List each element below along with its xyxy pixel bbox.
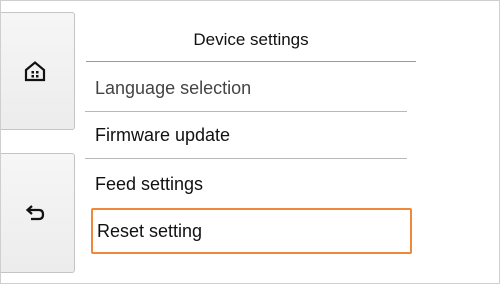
back-icon: [24, 204, 46, 222]
menu-divider: [85, 111, 407, 112]
menu-item-firmware-update[interactable]: Firmware update: [85, 126, 407, 158]
menu-item-language-selection[interactable]: Language selection: [85, 79, 407, 111]
menu-item-feed-settings[interactable]: Feed settings: [85, 175, 407, 207]
home-button[interactable]: [1, 12, 75, 130]
device-settings-screen: Device settings Language selection Firmw…: [0, 0, 500, 284]
back-button[interactable]: [1, 153, 75, 273]
menu-divider: [85, 158, 407, 159]
title-divider: [86, 61, 416, 62]
menu-item-label: Language selection: [95, 78, 252, 98]
menu-item-label: Feed settings: [95, 174, 204, 194]
home-icon: [24, 60, 46, 82]
menu-item-reset-setting[interactable]: Reset setting: [91, 208, 412, 254]
page-title: Device settings: [193, 30, 309, 49]
menu-item-label: Firmware update: [95, 125, 231, 145]
menu-item-label: Reset setting: [97, 221, 203, 241]
